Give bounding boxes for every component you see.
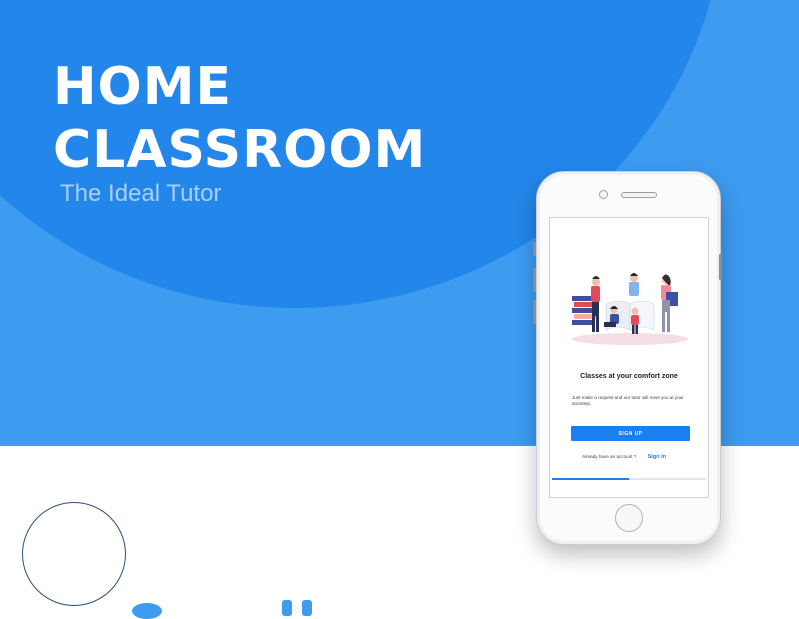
home-button-icon (615, 504, 643, 532)
phone-mockup: Classes at your comfort zone Just make a… (533, 171, 722, 545)
onboarding-progress-fill (552, 478, 629, 480)
students-with-books-illustration-icon (572, 273, 688, 345)
outline-circle-decoration (22, 502, 126, 606)
title-line-home: HOME (53, 57, 232, 117)
onboarding-progress-track (552, 478, 706, 480)
phone-mute-switch (533, 242, 536, 256)
signup-button[interactable]: SIGN UP (571, 426, 690, 441)
cropped-blue-shape (282, 600, 292, 616)
phone-volume-down (533, 300, 536, 324)
speaker-grille-icon (621, 192, 657, 198)
signin-link[interactable]: Sign in (648, 454, 666, 460)
account-row: Already have an account ? Sign in (582, 454, 666, 460)
account-prompt: Already have an account ? (582, 454, 637, 459)
page-title: HOME CLASSROOM (53, 56, 426, 182)
phone-volume-up (533, 268, 536, 292)
title-line-classroom: CLASSROOM (53, 120, 427, 180)
cropped-blue-shape (132, 603, 162, 619)
phone-power-button (719, 254, 722, 280)
front-camera-icon (599, 190, 608, 199)
screen-description: Just make a request and our tutor will m… (572, 395, 684, 406)
page-subtitle: The Ideal Tutor (60, 180, 222, 207)
screen-headline: Classes at your comfort zone (580, 373, 678, 380)
cropped-blue-shape (302, 600, 312, 616)
phone-screen: Classes at your comfort zone Just make a… (549, 217, 709, 498)
